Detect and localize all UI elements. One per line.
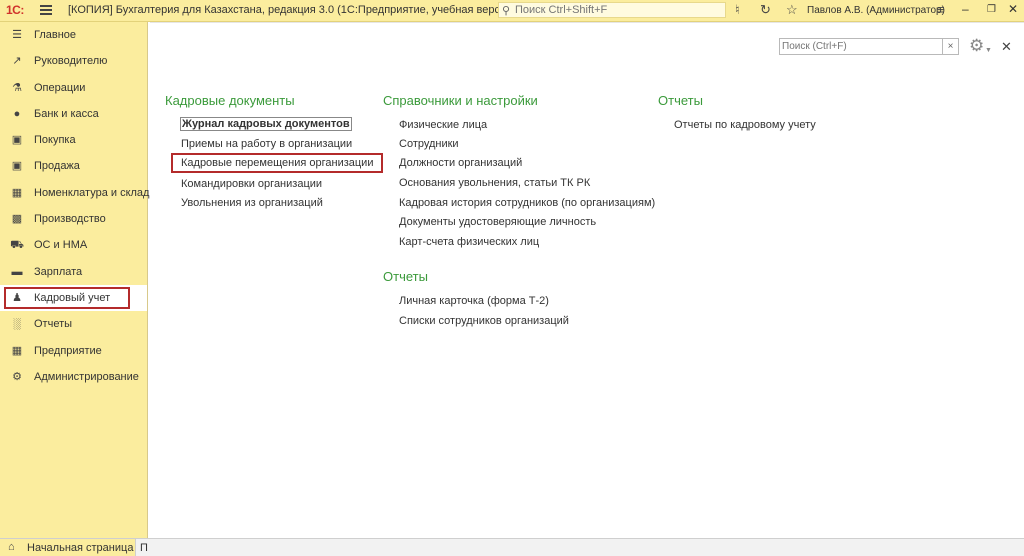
link-hr-history[interactable]: Кадровая история сотрудников (по организ…	[399, 197, 655, 209]
settings-menu-icon[interactable]: ≡	[937, 3, 945, 17]
gear-icon: ⚙	[12, 370, 22, 383]
tab-next[interactable]: П	[140, 542, 148, 554]
sales-bag-icon: ▣	[11, 160, 23, 173]
sidebar-item-label: Операции	[34, 81, 86, 94]
section-heading-reports: Отчеты	[658, 93, 703, 108]
sidebar-item-label: Главное	[34, 29, 77, 41]
section-heading-references: Справочники и настройки	[383, 93, 538, 108]
link-employee-lists[interactable]: Списки сотрудников организаций	[399, 315, 569, 327]
section-heading-reports-2: Отчеты	[383, 269, 428, 284]
section-search[interactable]: ×	[779, 38, 959, 55]
clear-search-icon[interactable]: ×	[942, 39, 958, 54]
minimize-icon[interactable]: –	[962, 2, 969, 16]
sidebar-item-assets[interactable]: ⛟ ОС и НМА	[0, 232, 147, 258]
sidebar-item-director[interactable]: ↗ Руководителю	[0, 48, 147, 74]
current-user[interactable]: Павлов А.В. (Администратор)	[807, 5, 945, 16]
link-transfers[interactable]: Кадровые перемещения организации	[171, 153, 384, 173]
restore-icon[interactable]: ❐	[987, 4, 996, 15]
sidebar-item-label: Предприятие	[34, 344, 102, 357]
sidebar-item-hr[interactable]: ♟ Кадровый учет	[0, 284, 147, 312]
link-hr-journal[interactable]: Журнал кадровых документов	[180, 117, 352, 131]
sidebar-item-label: Продажа	[34, 160, 80, 173]
coin-icon: ●	[13, 107, 21, 120]
sidebar-item-label: Покупка	[34, 134, 76, 147]
sections-panel: ☰ Главное ↗ Руководителю ⚗ Операции ● Ба…	[0, 22, 150, 538]
sidebar-item-label: Банк и касса	[34, 107, 99, 120]
link-hr-reports[interactable]: Отчеты по кадровому учету	[674, 119, 816, 131]
operations-icon: ⚗	[12, 81, 22, 94]
chevron-down-icon[interactable]: ▼	[985, 47, 992, 54]
link-card-accounts[interactable]: Карт-счета физических лиц	[399, 236, 539, 248]
sidebar-item-label: Номенклатура и склад	[34, 186, 150, 199]
sidebar-item-production[interactable]: ▩ Производство	[0, 206, 147, 232]
app-logo: 1С:	[6, 3, 24, 17]
link-hiring[interactable]: Приемы на работу в организации	[181, 138, 352, 150]
wallet-icon: ▬	[11, 265, 23, 278]
open-windows-bar: ⌂ Начальная страница П	[0, 538, 1024, 556]
section-search-input[interactable]	[782, 40, 940, 53]
sidebar-item-sales[interactable]: ▣ Продажа	[0, 153, 147, 179]
link-positions[interactable]: Должности организаций	[399, 157, 522, 169]
search-icon: ⚲	[502, 5, 511, 17]
sidebar-item-label: Зарплата	[34, 265, 83, 278]
purchase-bag-icon: ▣	[11, 134, 23, 147]
sidebar-item-label: Руководителю	[34, 55, 108, 68]
trend-icon: ↗	[12, 55, 22, 68]
sidebar-item-label: Кадровый учет	[34, 291, 111, 304]
global-search-input[interactable]	[515, 3, 720, 17]
sidebar-item-admin[interactable]: ⚙ Администрирование	[0, 364, 147, 390]
title-bar: 1С: [КОПИЯ] Бухгалтерия для Казахстана, …	[0, 0, 1024, 22]
people-icon: ♟	[12, 291, 22, 304]
link-dismissal-grounds[interactable]: Основания увольнения, статьи ТК РК	[399, 177, 590, 189]
warehouse-icon: ▦	[11, 186, 23, 199]
sidebar-item-purchase[interactable]: ▣ Покупка	[0, 127, 147, 153]
link-label: Журнал кадровых документов	[180, 117, 352, 131]
tab-label: Начальная страница	[27, 542, 134, 554]
factory-icon: ▩	[11, 213, 23, 226]
main-area: × ⚙ ▼ ✕ Кадровые документы Журнал кадров…	[150, 22, 1024, 538]
tab-home[interactable]: ⌂ Начальная страница	[0, 539, 136, 556]
close-icon[interactable]: ✕	[1001, 39, 1012, 55]
home-icon: ⌂	[8, 541, 15, 553]
sidebar-item-label: Администрирование	[34, 370, 139, 383]
link-personal-card[interactable]: Личная карточка (форма Т-2)	[399, 295, 549, 307]
sidebar-item-bank[interactable]: ● Банк и касса	[0, 101, 147, 127]
sidebar-item-operations[interactable]: ⚗ Операции	[0, 75, 147, 101]
sidebar-item-label: Производство	[34, 213, 106, 226]
link-business-trips[interactable]: Командировки организации	[181, 178, 322, 190]
building-icon: ▦	[11, 344, 23, 357]
sidebar-item-label: Отчеты	[34, 318, 73, 331]
sidebar-item-label: ОС и НМА	[34, 239, 88, 252]
link-individuals[interactable]: Физические лица	[399, 119, 487, 131]
menu-icon: ☰	[12, 29, 22, 41]
settings-gear-icon[interactable]: ⚙	[969, 36, 984, 56]
sidebar-item-enterprise[interactable]: ▦ Предприятие	[0, 338, 147, 364]
bell-icon[interactable]: ♮	[735, 3, 740, 17]
global-search[interactable]: ⚲	[498, 2, 726, 18]
sidebar-item-main[interactable]: ☰ Главное	[0, 22, 147, 48]
sidebar-item-salary[interactable]: ▬ Зарплата	[0, 259, 147, 285]
link-employees[interactable]: Сотрудники	[399, 138, 459, 150]
bar-chart-icon: ░	[13, 318, 21, 331]
star-icon[interactable]: ☆	[786, 3, 798, 17]
history-icon[interactable]: ↻	[760, 3, 771, 17]
sidebar-item-reports[interactable]: ░ Отчеты	[0, 311, 147, 337]
link-dismissals[interactable]: Увольнения из организаций	[181, 197, 323, 209]
window-title: [КОПИЯ] Бухгалтерия для Казахстана, реда…	[68, 4, 516, 16]
truck-icon: ⛟	[10, 239, 24, 252]
link-id-documents[interactable]: Документы удостоверяющие личность	[399, 216, 596, 228]
section-heading-hr-docs: Кадровые документы	[165, 93, 295, 108]
close-window-icon[interactable]: ✕	[1008, 2, 1018, 16]
sidebar-item-warehouse[interactable]: ▦ Номенклатура и склад	[0, 180, 150, 206]
main-menu-icon[interactable]	[40, 5, 52, 17]
